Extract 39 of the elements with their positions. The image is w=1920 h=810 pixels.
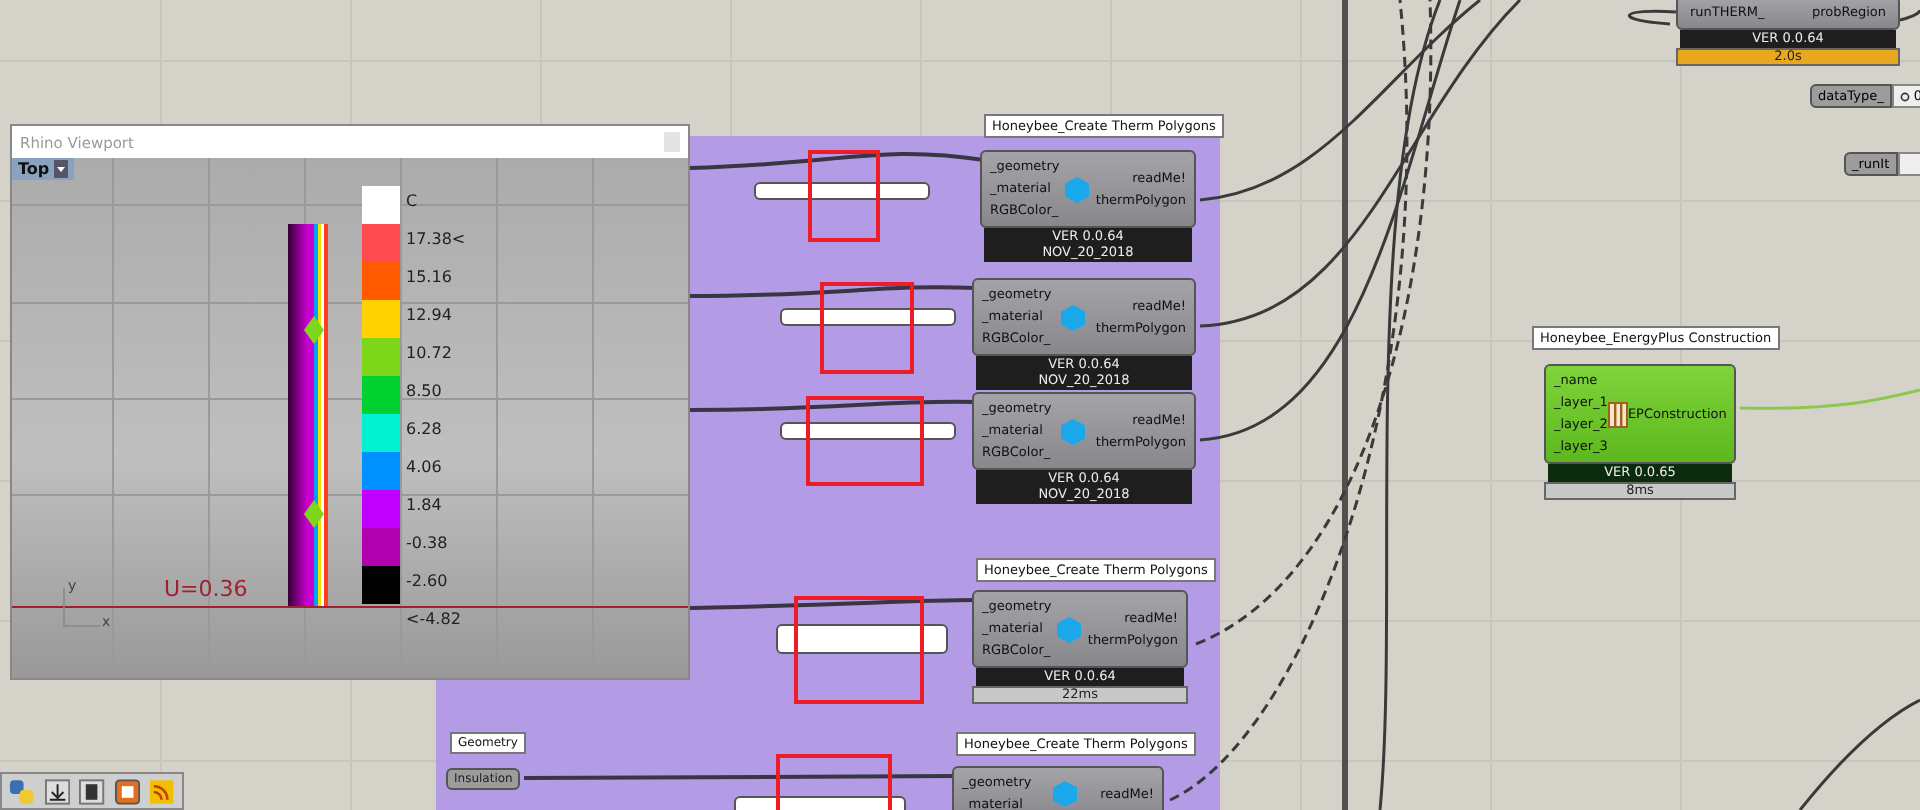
hexagon-icon	[1060, 417, 1087, 445]
legend-label: 12.94	[406, 306, 452, 324]
legend-label: 1.84	[406, 496, 442, 514]
hexagon-icon	[1064, 175, 1091, 203]
download-icon[interactable]	[43, 777, 71, 805]
wire	[1798, 698, 1920, 810]
legend-label: 17.38<	[406, 230, 466, 248]
text-panel[interactable]	[776, 624, 948, 654]
text-panel[interactable]	[754, 182, 930, 200]
layers-icon	[1607, 401, 1628, 427]
wire	[1899, 9, 1920, 22]
text-panel[interactable]	[780, 422, 956, 440]
legend-label: 15.16	[406, 268, 452, 286]
legend-label: 8.50	[406, 382, 442, 400]
legend-swatch	[362, 186, 400, 224]
feed-icon[interactable]	[148, 777, 176, 805]
text-panel[interactable]	[780, 308, 956, 326]
legend-label: <-4.82	[406, 610, 461, 628]
hexagon-icon	[1056, 615, 1083, 643]
caret-icon[interactable]	[54, 160, 69, 179]
legend-unit: C	[406, 192, 418, 210]
legend-label: 6.28	[406, 420, 442, 438]
legend-label: -0.38	[406, 534, 448, 552]
ring-icon	[1899, 91, 1910, 101]
square-icon[interactable]	[113, 777, 141, 805]
highlight-rectangle	[820, 282, 914, 374]
legend-label: 4.06	[406, 458, 442, 476]
text-panel[interactable]	[734, 796, 906, 810]
legend-label: -2.60	[406, 572, 448, 590]
hexagon-icon	[1060, 303, 1087, 331]
wire	[1628, 9, 1677, 26]
u-value-label: U=0.36	[164, 576, 248, 602]
highlight-rectangle	[808, 150, 880, 242]
hexagon-icon	[1052, 780, 1079, 808]
legend-label: 10.72	[406, 344, 452, 362]
view-tab[interactable]: Top	[12, 158, 75, 181]
highlight-rectangle	[794, 596, 924, 704]
highlight-rectangle	[776, 754, 892, 810]
highlight-rectangle	[806, 396, 924, 486]
